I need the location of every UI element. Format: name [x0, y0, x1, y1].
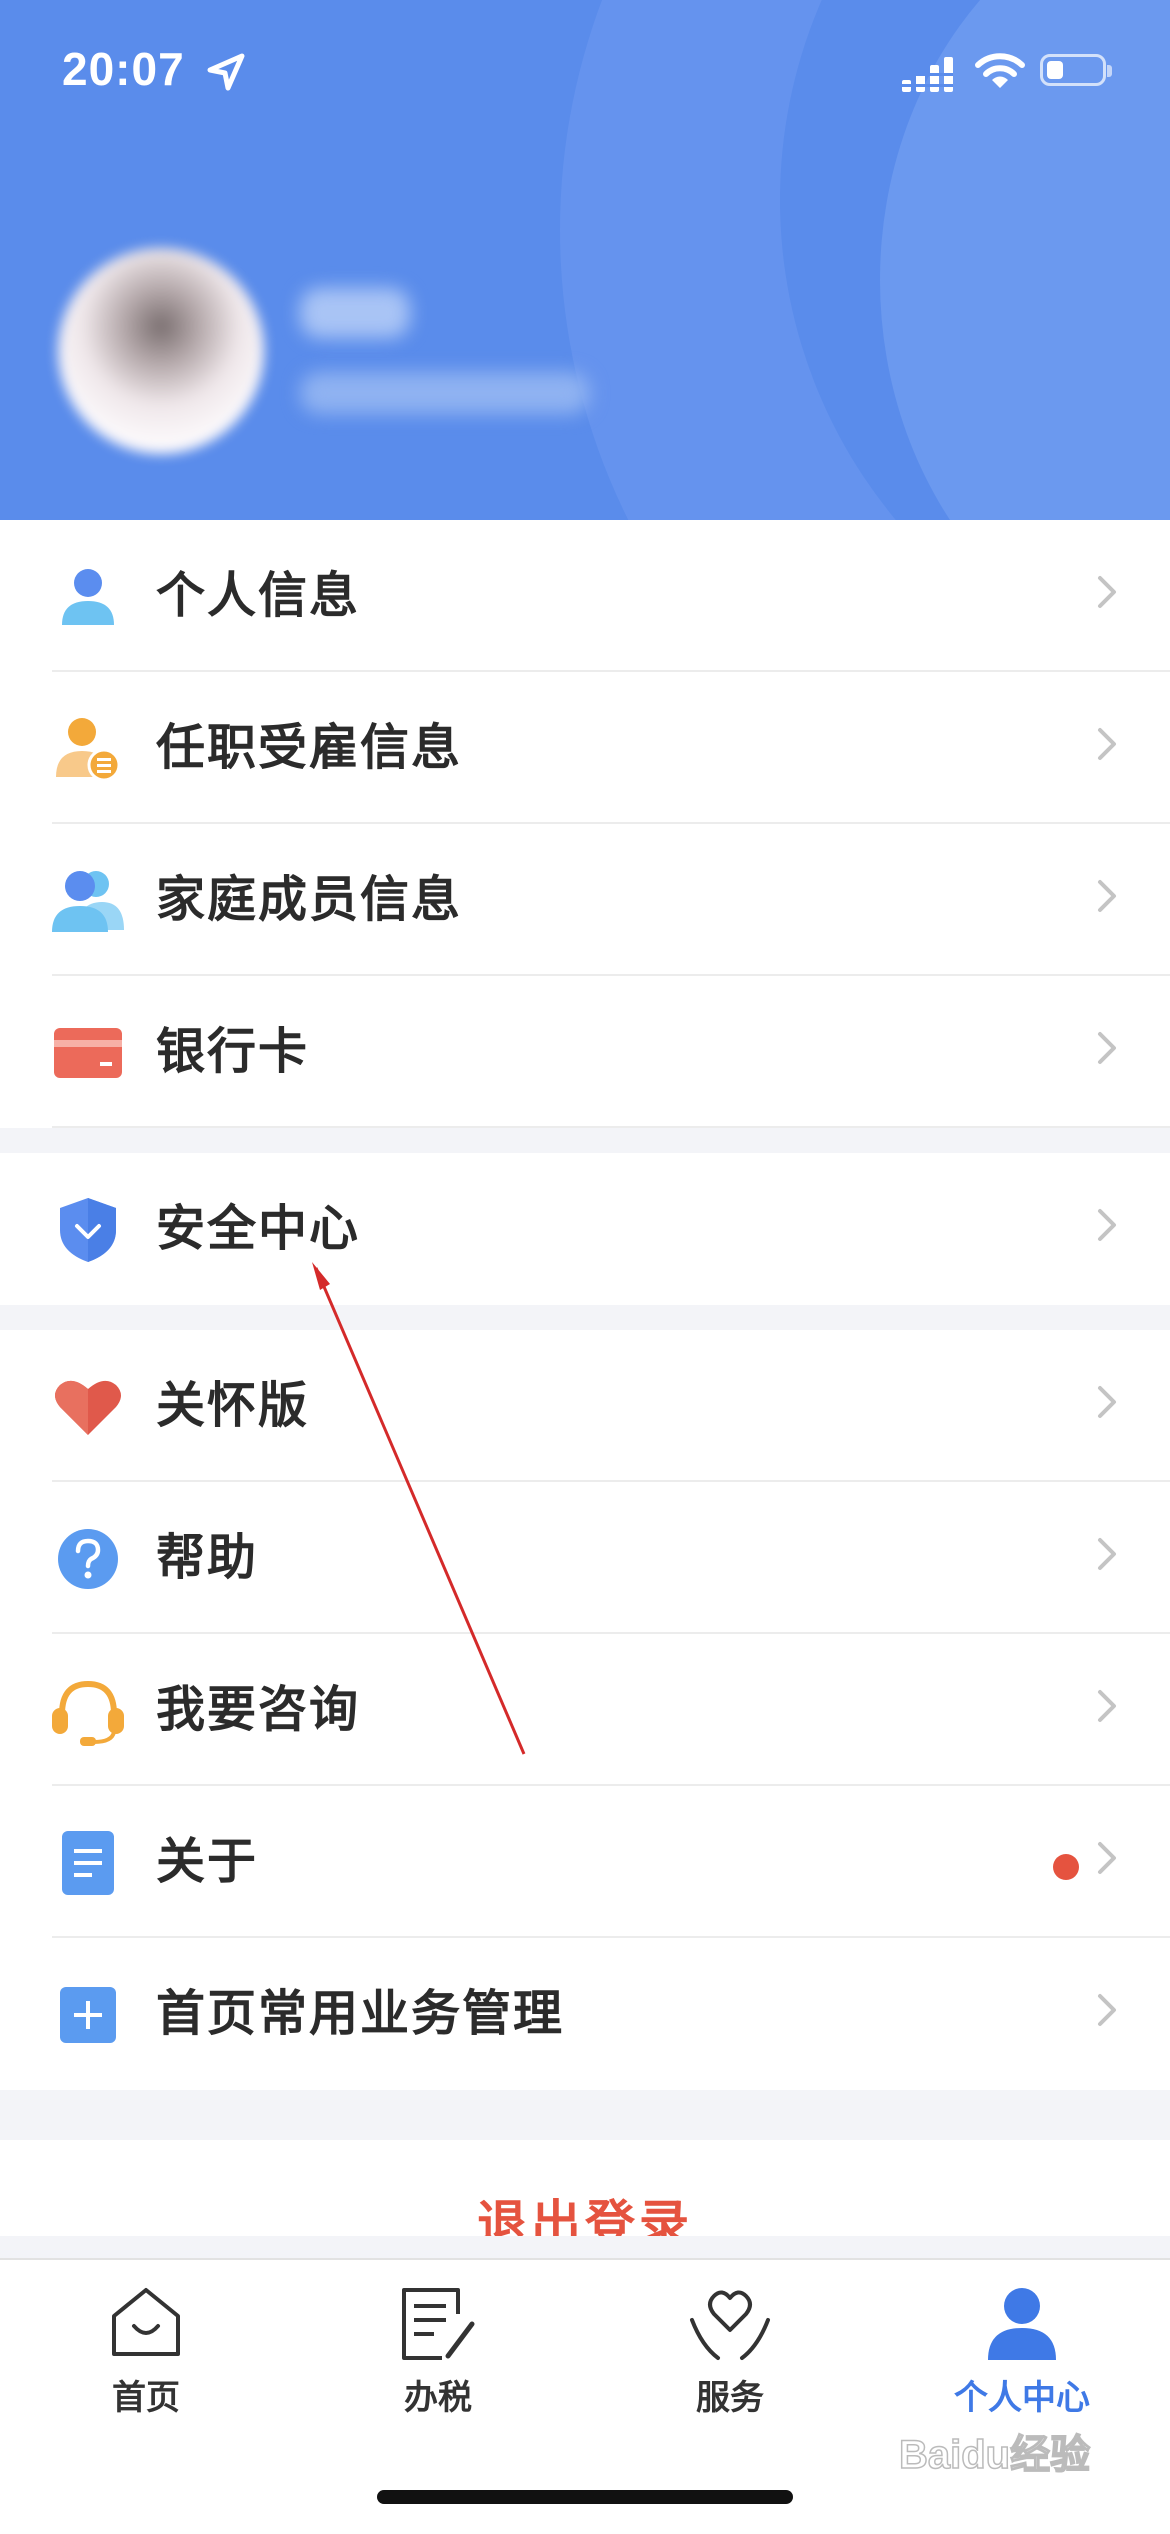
tab-label: 办税	[404, 2378, 472, 2418]
tab-label: 首页	[112, 2378, 180, 2418]
user-icon	[988, 2288, 1056, 2360]
tab-label: 服务	[696, 2378, 764, 2418]
home-icon	[112, 2288, 180, 2356]
tab-home[interactable]: 首页	[0, 2260, 292, 2430]
tax-icon	[402, 2288, 475, 2360]
tab-label: 个人中心	[954, 2378, 1090, 2418]
home-indicator	[377, 2490, 793, 2504]
tab-tax[interactable]: 办税	[292, 2260, 584, 2430]
annotation-arrow	[312, 1262, 526, 1755]
watermark-text: Baidu经验	[899, 2433, 1090, 2477]
tab-service[interactable]: 服务	[584, 2260, 876, 2430]
service-icon	[690, 2290, 770, 2360]
watermark: Baidu经验	[898, 2432, 1091, 2478]
tab-personal-center[interactable]: 个人中心	[876, 2260, 1168, 2430]
